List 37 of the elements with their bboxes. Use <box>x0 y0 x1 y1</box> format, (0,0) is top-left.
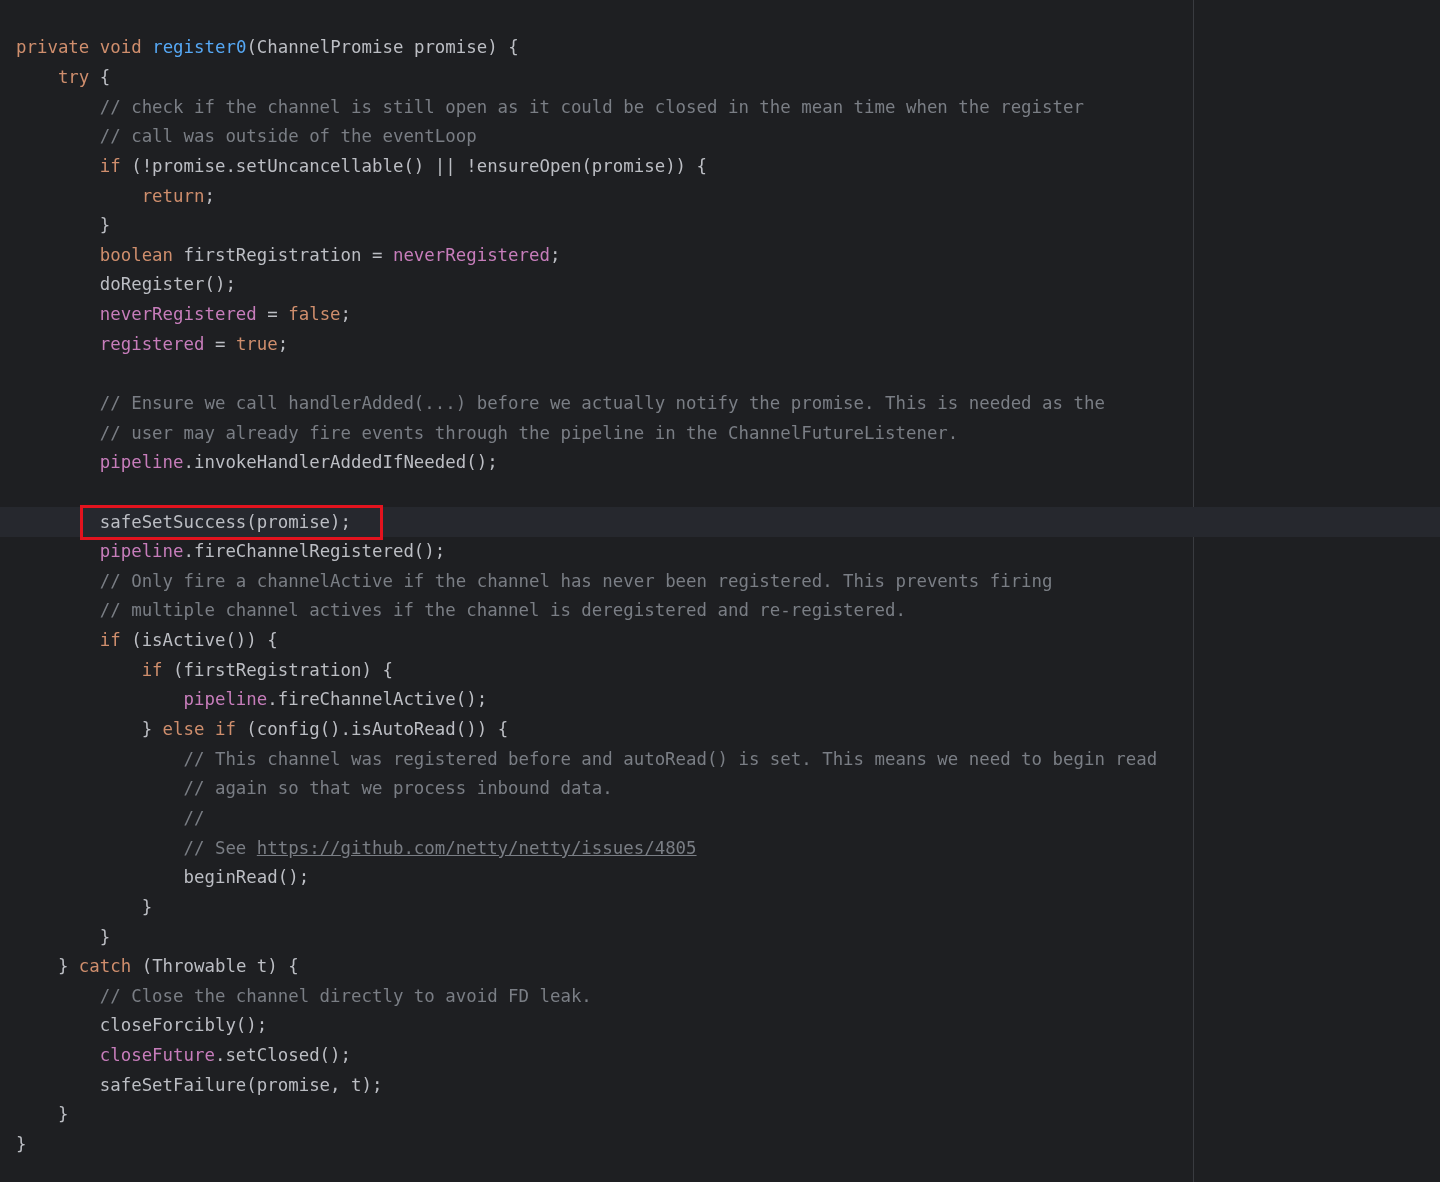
code-line: // again so that we process inbound data. <box>183 777 613 801</box>
code-line: } <box>57 1103 69 1127</box>
code-line: private void register0(ChannelPromise promise) { <box>16 36 519 60</box>
code-line: pipeline.fireChannelActive(); <box>183 688 488 712</box>
code-line: } catch (Throwable t) { <box>57 955 299 979</box>
code-line: } <box>16 1133 27 1156</box>
code-line: } <box>141 895 153 919</box>
code-line: // call was outside of the eventLoop <box>99 125 477 149</box>
code-line: if (isActive()) { <box>99 629 278 653</box>
code-line: // user may already fire events through the pipeline in the ChannelFutureListener. <box>99 421 959 445</box>
code-line: // Close the channel directly to avoid FD leak. <box>99 984 592 1008</box>
code-line: registered = true; <box>99 332 289 356</box>
code-line: } else if (config().isAutoRead()) { <box>141 718 509 742</box>
code-line: safeSetFailure(promise, t); <box>99 1073 383 1097</box>
code-line: // multiple channel actives if the channel is deregistered and re-registered. <box>99 599 906 623</box>
code-line: return; <box>141 184 215 208</box>
code-line: neverRegistered = false; <box>99 303 352 327</box>
code-line: // Only fire a channelActive if the channel has never been registered. This prevents firing <box>99 569 1053 593</box>
code-line: pipeline.fireChannelRegistered(); <box>99 540 446 564</box>
code-line: closeFuture.setClosed(); <box>99 1044 352 1068</box>
code-line: beginRead(); <box>183 866 310 890</box>
code-line: doRegister(); <box>99 273 236 297</box>
code-line: // This channel was registered before and autoRead() is set. This means we need to begin read <box>183 747 1158 771</box>
code-line: pipeline.invokeHandlerAddedIfNeeded(); <box>99 451 498 475</box>
link[interactable]: https://github.com/netty/netty/issues/4805 <box>256 837 697 858</box>
code-line: try { <box>57 65 111 89</box>
code-line: } <box>99 925 111 949</box>
code-line: closeForcibly(); <box>99 1014 268 1038</box>
code-line: safeSetSuccess(promise); <box>99 511 352 532</box>
code-line: if (firstRegistration) { <box>141 658 393 682</box>
code-line: // check if the channel is still open as it could be closed in the mean time when the register <box>99 95 1084 119</box>
code-line: boolean firstRegistration = neverRegistered; <box>99 243 561 267</box>
code-line: // Ensure we call handlerAdded(...) before we actually notify the promise. This is needed as the <box>99 392 1105 415</box>
code-line: if (!promise.setUncancellable() || !ensureOpen(promise)) { <box>99 154 708 178</box>
code-line: // <box>183 806 205 830</box>
code-line: // See https://github.com/netty/netty/issues/4805 <box>183 836 697 860</box>
code-line: } <box>99 214 111 238</box>
